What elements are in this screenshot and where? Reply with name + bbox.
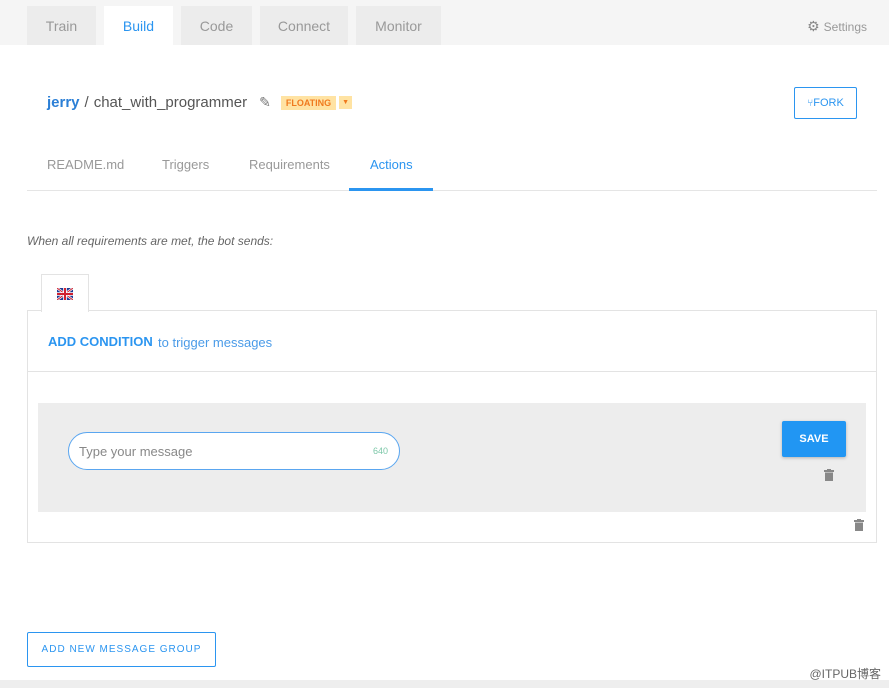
language-tab-english[interactable]: [41, 274, 89, 312]
tab-train[interactable]: Train: [27, 6, 96, 45]
intro-text: When all requirements are met, the bot s…: [27, 234, 274, 248]
status-badge[interactable]: FLOATING: [280, 95, 337, 110]
uk-flag-icon: [57, 287, 73, 300]
tab-requirements[interactable]: Requirements: [249, 157, 330, 172]
add-message-group-button[interactable]: ADD NEW MESSAGE GROUP: [27, 632, 216, 667]
breadcrumb: jerry / chat_with_programmer ✎ FLOATING …: [47, 94, 353, 111]
tab-divider: [27, 190, 877, 191]
tab-build[interactable]: Build: [104, 6, 173, 45]
settings-label: Settings: [823, 19, 867, 34]
add-condition-button[interactable]: ADD CONDITION: [48, 334, 153, 349]
tab-actions[interactable]: Actions: [370, 157, 413, 172]
condition-row: ADD CONDITION to trigger messages: [28, 311, 876, 372]
message-input[interactable]: Type your message 640: [68, 432, 400, 470]
bottom-bar: [0, 680, 889, 688]
message-placeholder: Type your message: [79, 443, 193, 459]
trash-icon[interactable]: [824, 469, 834, 481]
active-tab-indicator: [349, 188, 433, 191]
fork-button[interactable]: ⑂ FORK: [794, 87, 857, 119]
message-group-panel: ADD CONDITION to trigger messages Type y…: [27, 310, 877, 543]
pencil-icon[interactable]: ✎: [259, 94, 271, 111]
project-name: chat_with_programmer: [93, 94, 248, 111]
watermark: @ITPUB博客: [809, 667, 881, 681]
breadcrumb-separator: /: [84, 94, 89, 111]
tab-readme[interactable]: README.md: [47, 157, 124, 172]
tab-code[interactable]: Code: [181, 6, 252, 45]
tab-connect[interactable]: Connect: [260, 6, 348, 45]
message-editor: Type your message 640 SAVE: [38, 403, 866, 512]
fork-label: FORK: [813, 97, 844, 109]
chevron-down-icon[interactable]: ▼: [339, 96, 353, 109]
trigger-hint: to trigger messages: [158, 335, 273, 350]
delete-group-icon[interactable]: [854, 519, 864, 531]
tab-triggers[interactable]: Triggers: [162, 157, 209, 172]
settings-link[interactable]: ⚙ Settings: [807, 18, 867, 35]
gear-icon: ⚙: [807, 18, 820, 34]
save-button[interactable]: SAVE: [782, 421, 846, 457]
breadcrumb-user[interactable]: jerry: [47, 94, 80, 111]
tab-monitor[interactable]: Monitor: [356, 6, 441, 45]
char-count: 640: [372, 446, 388, 456]
top-nav: Train Build Code Connect Monitor ⚙ Setti…: [0, 0, 889, 45]
